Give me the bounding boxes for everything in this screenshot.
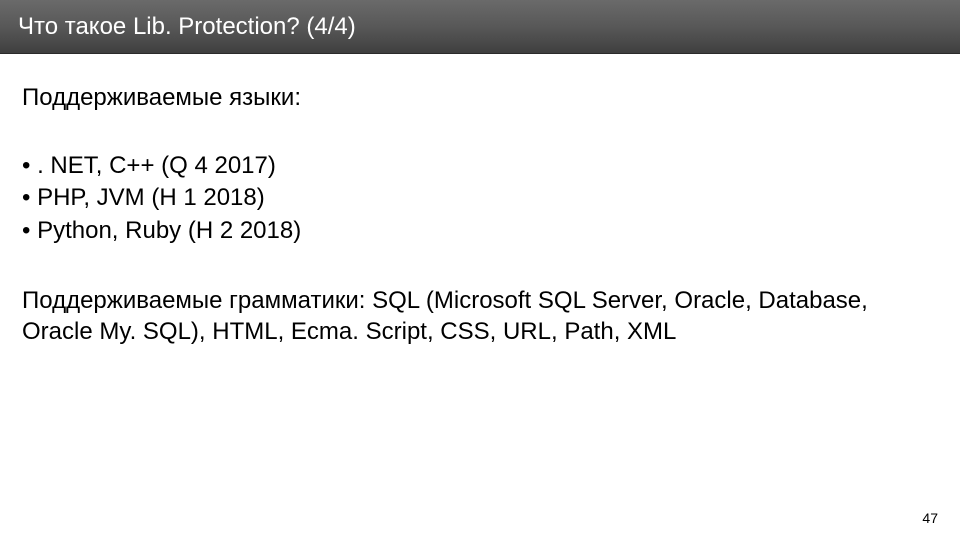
- bullet-text: . NET, C++ (Q 4 2017): [37, 152, 276, 179]
- bullet-item: • Python, Ruby (H 2 2018): [22, 215, 938, 247]
- section-heading: Поддерживаемые языки:: [22, 84, 938, 112]
- bullet-list: • . NET, C++ (Q 4 2017) • PHP, JVM (H 1 …: [22, 150, 938, 247]
- bullet-text: PHP, JVM (H 1 2018): [37, 184, 265, 211]
- slide-title-bar: Что такое Lib. Protection? (4/4): [0, 0, 960, 54]
- slide-content: Поддерживаемые языки: • . NET, C++ (Q 4 …: [0, 54, 960, 348]
- slide-title: Что такое Lib. Protection? (4/4): [18, 13, 356, 41]
- page-number: 47: [922, 510, 938, 526]
- bullet-text: Python, Ruby (H 2 2018): [37, 217, 301, 244]
- bullet-item: • PHP, JVM (H 1 2018): [22, 182, 938, 214]
- bullet-item: • . NET, C++ (Q 4 2017): [22, 150, 938, 182]
- paragraph-text: Поддерживаемые грамматики: SQL (Microsof…: [22, 285, 938, 347]
